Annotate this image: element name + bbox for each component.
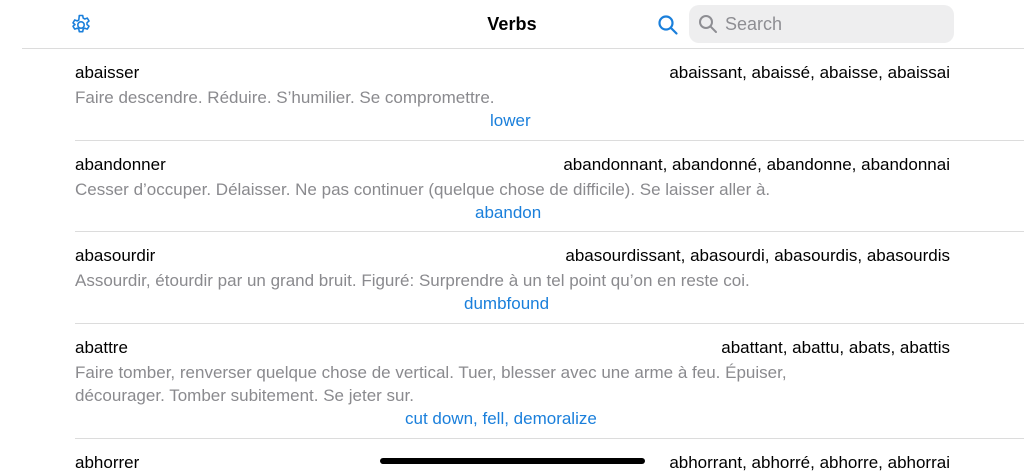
- verb-translation-text: cut down, fell, demoralize: [405, 409, 597, 428]
- verb-name: abaisser: [75, 63, 140, 82]
- search-field-magnifier-icon: [697, 13, 719, 35]
- verb-forms: abattant, abattu, abats, abattis: [721, 338, 950, 357]
- verb-translation-text: lower: [490, 111, 531, 130]
- list-item-abasourdir[interactable]: abasourdir abasourdissant, abasourdi, ab…: [0, 232, 1024, 324]
- search-field[interactable]: [689, 5, 954, 43]
- verb-translation: abandon: [0, 201, 1024, 224]
- list-item-abandonner[interactable]: abandonner abandonnant, abandonné, aband…: [0, 141, 1024, 232]
- list-item-abattre[interactable]: abattre abattant, abattu, abats, abattis…: [0, 324, 1024, 439]
- verb-name: abattre: [75, 338, 128, 357]
- verb-forms: abasourdissant, abasourdi, abasourdis, a…: [565, 246, 950, 265]
- verb-translation-text: dumbfound: [464, 294, 550, 313]
- navigation-bar: Verbs: [0, 0, 1024, 49]
- search-icon[interactable]: [656, 13, 680, 37]
- verb-forms: abhorrant, abhorré, abhorre, abhorrai: [669, 453, 950, 472]
- list-item-abhorrer[interactable]: abhorrer abhorrant, abhorré, abhorre, ab…: [0, 439, 1024, 473]
- verb-forms: abaissant, abaissé, abaisse, abaissai: [669, 63, 950, 82]
- verb-name: abasourdir: [75, 246, 156, 265]
- verb-name: abandonner: [75, 155, 166, 174]
- verb-list: abaisser abaissant, abaissé, abaisse, ab…: [0, 49, 1024, 473]
- verb-translation: dumbfound: [0, 292, 1024, 315]
- search-input[interactable]: [725, 13, 945, 35]
- verb-translation: cut down, fell, demoralize: [0, 407, 1024, 430]
- verb-translation-text: abandon: [475, 203, 542, 222]
- list-item-abaisser[interactable]: abaisser abaissant, abaissé, abaisse, ab…: [0, 49, 1024, 141]
- verb-forms: abandonnant, abandonné, abandonne, aband…: [563, 155, 950, 174]
- verb-name: abhorrer: [75, 453, 140, 472]
- home-indicator[interactable]: [380, 458, 645, 464]
- verb-translation: lower: [0, 109, 1024, 132]
